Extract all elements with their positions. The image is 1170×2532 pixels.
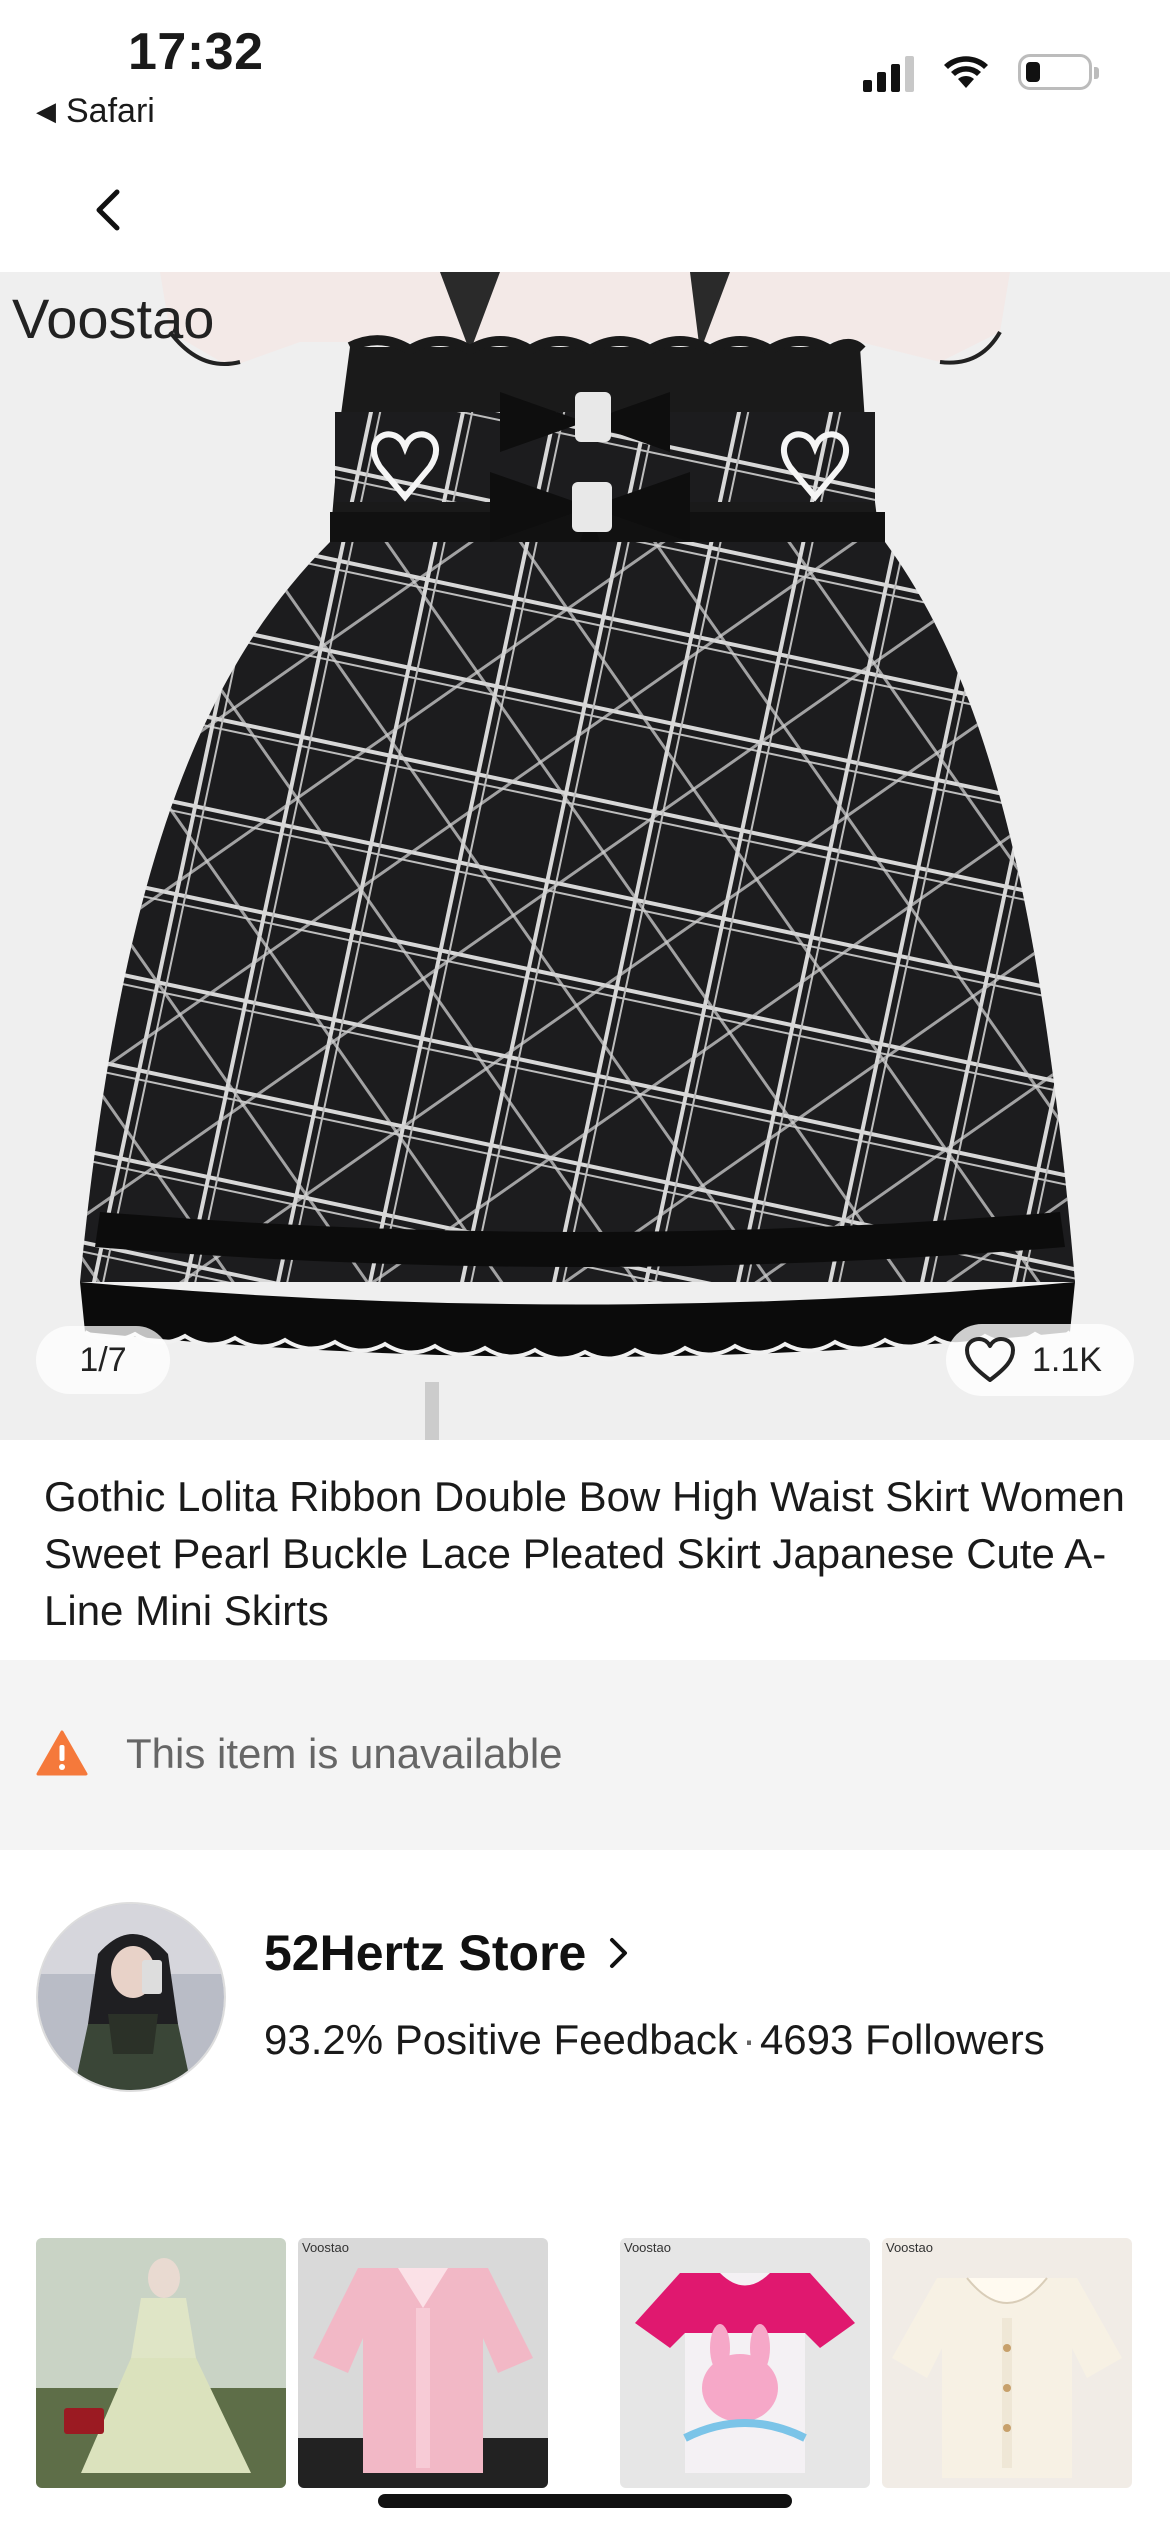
store-products-row: Voostao Voostao Voostao: [0, 2238, 1170, 2488]
store-avatar[interactable]: [36, 1902, 226, 2092]
wifi-icon: [944, 56, 988, 88]
chevron-left-icon: [96, 189, 120, 231]
unavailable-banner: This item is unavailable: [0, 1660, 1170, 1850]
positive-feedback: 93.2% Positive Feedback: [264, 2016, 738, 2063]
pink-blouse-thumbnail[interactable]: Voostao: [298, 2238, 548, 2488]
status-icons: [863, 52, 1099, 92]
nav-bar: [0, 150, 1170, 272]
back-button[interactable]: [78, 180, 138, 240]
cream-blouse-image: [882, 2238, 1132, 2488]
store-avatar-image: [38, 1904, 224, 2090]
pink-blouse-image: [298, 2238, 548, 2488]
cream-blouse-thumbnail[interactable]: Voostao: [882, 2238, 1132, 2488]
product-photo: [0, 272, 1170, 1440]
product-title-section: Gothic Lolita Ribbon Double Bow High Wai…: [0, 1440, 1170, 1660]
chevron-right-icon: [610, 1938, 628, 1968]
store-name-link[interactable]: 52Hertz Store: [264, 1924, 630, 1982]
back-triangle-icon: ◀: [36, 96, 56, 126]
thumbnail-watermark: Voostao: [886, 2240, 933, 2255]
store-stats: 93.2% Positive Feedback·4693 Followers: [264, 2016, 1045, 2064]
store-section: 52Hertz Store 93.2% Positive Feedback·46…: [0, 1850, 1170, 2210]
green-dress-image: [36, 2238, 286, 2488]
back-to-safari-link[interactable]: ◀ Safari: [36, 92, 155, 131]
product-title: Gothic Lolita Ribbon Double Bow High Wai…: [44, 1473, 1125, 1634]
watermark-text: Voostao: [12, 287, 215, 350]
likes-count: 1.1K: [1032, 1340, 1102, 1379]
followers-count: 4693 Followers: [759, 2016, 1045, 2063]
bunny-tshirt-thumbnail[interactable]: Voostao: [620, 2238, 870, 2488]
status-bar: 17:32 ◀ Safari: [0, 0, 1170, 150]
warning-icon: [36, 1730, 88, 1776]
store-name: 52Hertz Store: [264, 1925, 587, 1981]
home-indicator[interactable]: [378, 2494, 792, 2508]
stats-separator: ·: [741, 2016, 756, 2063]
unavailable-message: This item is unavailable: [126, 1730, 563, 1777]
thumbnail-watermark: Voostao: [624, 2240, 671, 2255]
bunny-tshirt-image: [620, 2238, 870, 2488]
cellular-signal-icon: [863, 52, 914, 92]
image-counter: 1/7: [36, 1326, 170, 1394]
back-app-label: Safari: [66, 92, 155, 130]
status-time: 17:32: [128, 23, 264, 81]
green-dress-thumbnail[interactable]: [36, 2238, 286, 2488]
battery-icon: [1018, 54, 1099, 90]
product-image-carousel[interactable]: Voostao 1/7 1.1K: [0, 272, 1170, 1440]
thumbnail-watermark: Voostao: [302, 2240, 349, 2255]
like-button[interactable]: 1.1K: [946, 1324, 1134, 1396]
product-page: 17:32 ◀ Safari Voostao 1/7 1.1K Gothic L…: [0, 0, 1170, 2532]
heart-icon: [965, 1337, 1015, 1382]
